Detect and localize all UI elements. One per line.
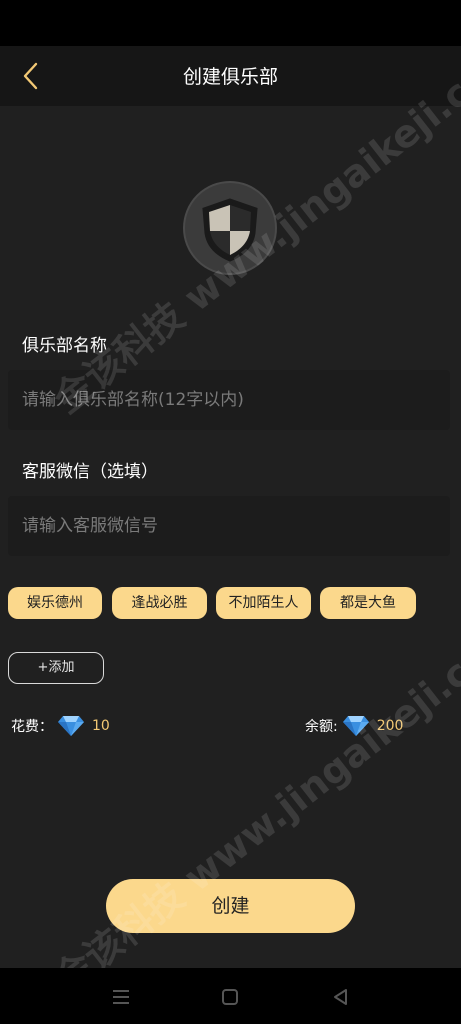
balance-value: 200 — [376, 718, 404, 734]
diamond-icon — [58, 716, 84, 736]
shield-icon — [202, 198, 258, 262]
create-button[interactable]: 创建 — [106, 879, 355, 933]
cost-row: 花费： 10 — [11, 714, 110, 738]
wechat-label: 客服微信（选填） — [22, 462, 158, 482]
tag-chip[interactable]: 娱乐德州 — [8, 587, 102, 619]
club-name-label: 俱乐部名称 — [22, 336, 107, 356]
club-name-input[interactable] — [8, 370, 450, 430]
system-nav-bar — [0, 968, 461, 1024]
home-icon[interactable] — [219, 986, 241, 1008]
back-triangle-icon[interactable] — [330, 986, 352, 1008]
tag-chip[interactable]: 都是大鱼 — [320, 587, 416, 619]
diamond-icon — [342, 716, 369, 736]
balance-label: 余额: — [305, 719, 338, 735]
menu-icon[interactable] — [110, 986, 132, 1008]
add-tag-button[interactable]: +添加 — [8, 652, 104, 684]
club-avatar-upload[interactable] — [183, 181, 277, 275]
wechat-input[interactable] — [8, 496, 450, 556]
balance-row: 余额: 200 — [305, 714, 403, 738]
tag-chip[interactable]: 逢战必胜 — [112, 587, 207, 619]
tag-chip[interactable]: 不加陌生人 — [216, 587, 311, 619]
status-bar — [0, 0, 461, 46]
top-nav-bar: 创建俱乐部 — [0, 46, 461, 106]
page-title: 创建俱乐部 — [182, 66, 278, 88]
cost-value: 10 — [92, 718, 110, 734]
cost-label: 花费： — [11, 719, 53, 735]
